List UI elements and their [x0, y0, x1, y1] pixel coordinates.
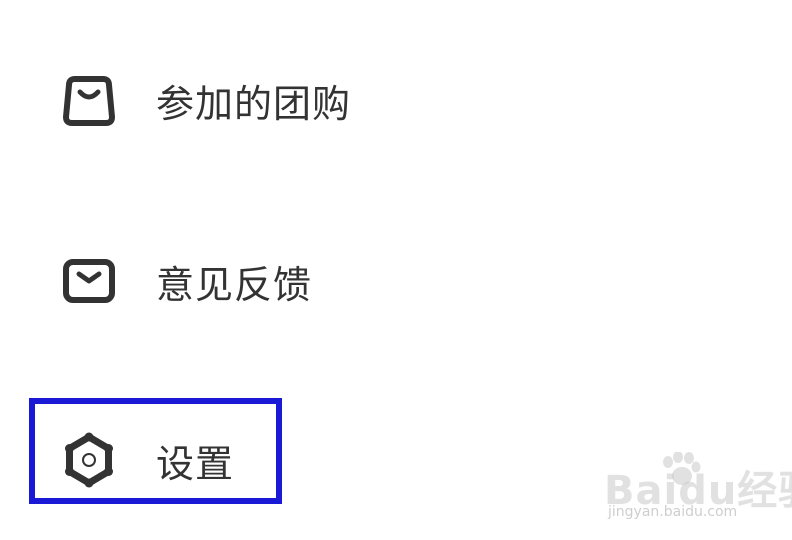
menu-item-label: 参加的团购	[156, 81, 352, 126]
menu-item-label: 意见反馈	[156, 262, 313, 307]
menu-item-feedback[interactable]: 意见反馈	[0, 241, 792, 321]
menu-item-label: 设置	[156, 441, 235, 486]
shopping-bag-icon	[60, 71, 118, 129]
envelope-icon	[60, 252, 118, 310]
menu-item-group-buy[interactable]: 参加的团购	[0, 60, 792, 140]
menu-item-settings[interactable]: 设置	[0, 420, 792, 500]
watermark-url: jingyan.baidu.com	[608, 504, 738, 520]
gear-icon	[60, 431, 118, 489]
settings-menu-page: 参加的团购 意见反馈 设置 Baidu经 jingyan.baidu.com	[0, 0, 792, 540]
